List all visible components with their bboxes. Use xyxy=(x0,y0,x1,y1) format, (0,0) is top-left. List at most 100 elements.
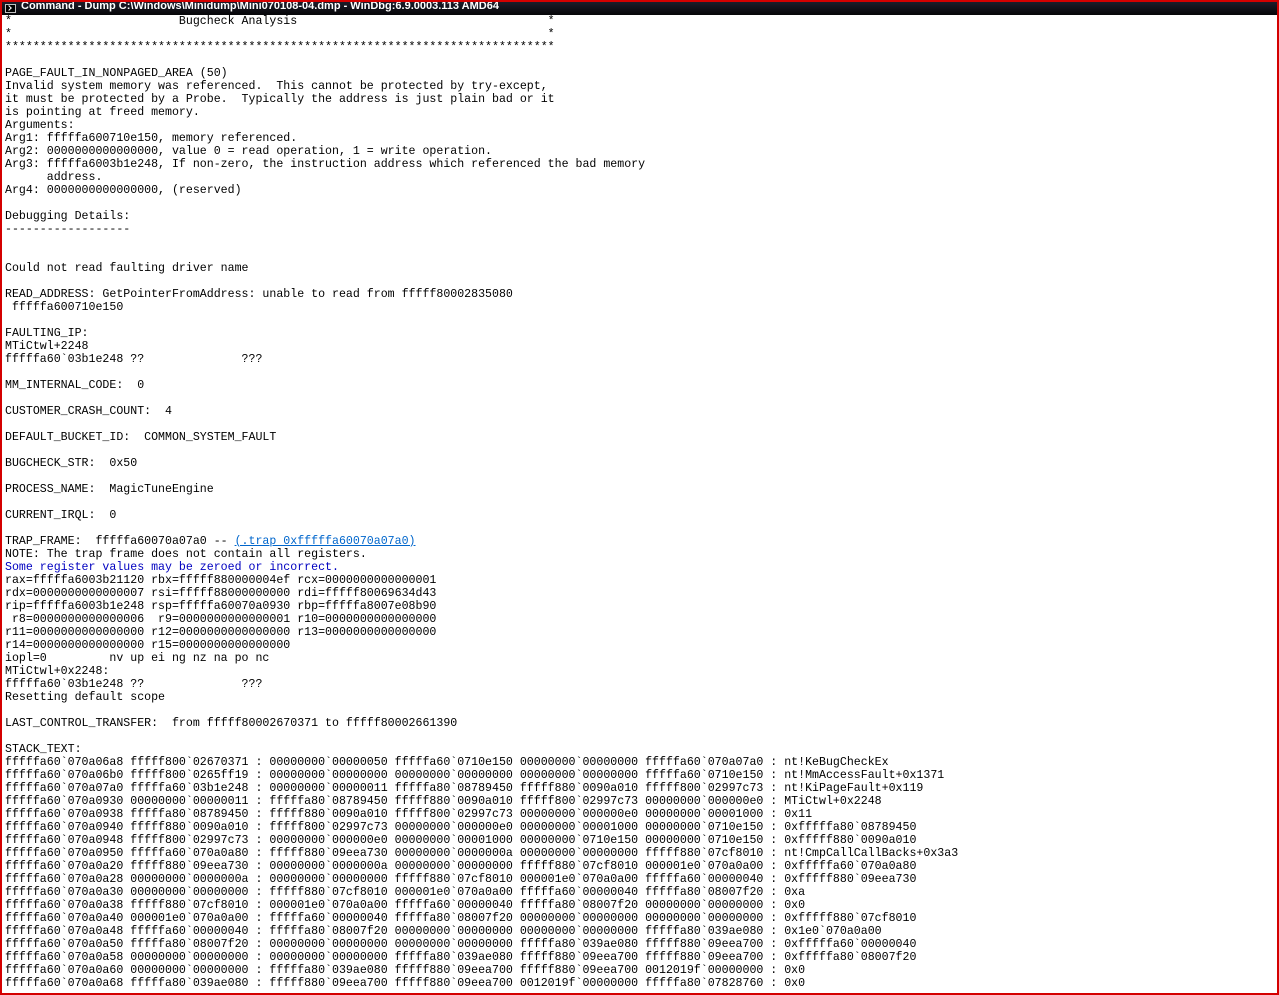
output-line-text: iopl=0 nv up ei ng nz na po nc xyxy=(5,652,270,665)
output-line-text: Arg4: 0000000000000000, (reserved) xyxy=(5,184,242,197)
output-line: fffffa60`070a0938 fffffa80`08789450 : ff… xyxy=(5,808,1277,821)
output-line: fffffa600710e150 xyxy=(5,301,1277,314)
output-line-text: fffffa60`070a0a48 fffffa60`00000040 : ff… xyxy=(5,925,882,938)
output-line: iopl=0 nv up ei ng nz na po nc xyxy=(5,652,1277,665)
output-line-text: Arg3: fffffa6003b1e248, If non-zero, the… xyxy=(5,158,646,171)
output-line-text: r8=0000000000000006 r9=0000000000000001 … xyxy=(5,613,437,626)
output-line-text: PROCESS_NAME: MagicTuneEngine xyxy=(5,483,214,496)
output-line: Arg4: 0000000000000000, (reserved) xyxy=(5,184,1277,197)
output-line-text: STACK_TEXT: xyxy=(5,743,82,756)
output-line: NOTE: The trap frame does not contain al… xyxy=(5,548,1277,561)
output-line: MTiCtwl+0x2248: xyxy=(5,665,1277,678)
output-line: fffffa60`070a0a68 fffffa80`039ae080 : ff… xyxy=(5,977,1277,990)
output-line: Invalid system memory was referenced. Th… xyxy=(5,80,1277,93)
output-line: r14=0000000000000000 r15=000000000000000… xyxy=(5,639,1277,652)
output-line-text: fffffa60`03b1e248 ?? ??? xyxy=(5,353,263,366)
output-line-text: Arg1: fffffa600710e150, memory reference… xyxy=(5,132,298,145)
output-line-text: r14=0000000000000000 r15=000000000000000… xyxy=(5,639,291,652)
output-line-text: rip=fffffa6003b1e248 rsp=fffffa60070a093… xyxy=(5,600,437,613)
output-line: * * xyxy=(5,28,1277,41)
output-line-text: fffffa60`070a0948 fffff800`02997c73 : 00… xyxy=(5,834,917,847)
output-line-text: fffffa60`070a0a28 00000000`0000000a : 00… xyxy=(5,873,917,886)
output-line-text: fffffa60`070a0a68 fffffa80`039ae080 : ff… xyxy=(5,977,806,990)
output-line: BUGCHECK_STR: 0x50 xyxy=(5,457,1277,470)
output-line: * Bugcheck Analysis * xyxy=(5,15,1277,28)
output-line: fffffa60`070a0930 00000000`00000011 : ff… xyxy=(5,795,1277,808)
output-line: LAST_CONTROL_TRANSFER: from fffff8000267… xyxy=(5,717,1277,730)
output-line: Arg1: fffffa600710e150, memory reference… xyxy=(5,132,1277,145)
output-line-text: address. xyxy=(5,171,103,184)
output-line: fffffa60`070a06b0 fffff800`0265ff19 : 00… xyxy=(5,769,1277,782)
output-line: MTiCtwl+2248 xyxy=(5,340,1277,353)
output-line-text: TRAP_FRAME: fffffa60070a07a0 -- xyxy=(5,535,235,548)
output-line-text: Resetting default scope xyxy=(5,691,166,704)
output-line: fffffa60`070a0a60 00000000`00000000 : ff… xyxy=(5,964,1277,977)
output-line: Could not read faulting driver name xyxy=(5,262,1277,275)
output-line: ****************************************… xyxy=(5,41,1277,54)
output-line: fffffa60`070a0a48 fffffa60`00000040 : ff… xyxy=(5,925,1277,938)
output-line-text: READ_ADDRESS: GetPointerFromAddress: una… xyxy=(5,288,513,301)
output-line-text: is pointing at freed memory. xyxy=(5,106,200,119)
output-line: READ_ADDRESS: GetPointerFromAddress: una… xyxy=(5,288,1277,301)
output-line: MM_INTERNAL_CODE: 0 xyxy=(5,379,1277,392)
output-line-text: it must be protected by a Probe. Typical… xyxy=(5,93,555,106)
output-line-text: fffffa60`070a0950 fffffa60`070a0a80 : ff… xyxy=(5,847,959,860)
output-line-text: fffffa60`070a0a58 00000000`00000000 : 00… xyxy=(5,951,917,964)
output-line-text: fffffa60`070a0a20 fffff880`09eea730 : 00… xyxy=(5,860,917,873)
output-line: is pointing at freed memory. xyxy=(5,106,1277,119)
output-line-text: Could not read faulting driver name xyxy=(5,262,249,275)
output-line: Debugging Details: xyxy=(5,210,1277,223)
output-line: DEFAULT_BUCKET_ID: COMMON_SYSTEM_FAULT xyxy=(5,431,1277,444)
output-line-text: fffffa60`070a0a30 00000000`00000000 : ff… xyxy=(5,886,806,899)
output-line: fffffa60`03b1e248 ?? ??? xyxy=(5,678,1277,691)
output-line-text: fffffa60`070a0a60 00000000`00000000 : ff… xyxy=(5,964,806,977)
output-line-text: rax=fffffa6003b21120 rbx=fffff880000004e… xyxy=(5,574,437,587)
output-line: fffffa60`070a0a50 fffffa80`08007f20 : 00… xyxy=(5,938,1277,951)
output-line: fffffa60`070a0a28 00000000`0000000a : 00… xyxy=(5,873,1277,886)
window-title: Command - Dump C:\Windows\Minidump\Mini0… xyxy=(21,2,499,12)
output-line: Resetting default scope xyxy=(5,691,1277,704)
output-line: fffffa60`070a0a30 00000000`00000000 : ff… xyxy=(5,886,1277,899)
output-line: r11=0000000000000000 r12=000000000000000… xyxy=(5,626,1277,639)
output-line: Arg2: 0000000000000000, value 0 = read o… xyxy=(5,145,1277,158)
output-line-text: LAST_CONTROL_TRANSFER: from fffff8000267… xyxy=(5,717,458,730)
output-line: fffffa60`070a0940 fffff880`0090a010 : ff… xyxy=(5,821,1277,834)
output-line-text: ****************************************… xyxy=(5,41,555,54)
command-output[interactable]: * Bugcheck Analysis * * * ****************… xyxy=(5,15,1277,993)
output-line: fffffa60`070a06a8 fffff800`02670371 : 00… xyxy=(5,756,1277,769)
output-line: fffffa60`070a0950 fffffa60`070a0a80 : ff… xyxy=(5,847,1277,860)
output-line: CUSTOMER_CRASH_COUNT: 4 xyxy=(5,405,1277,418)
output-line-text: fffffa60`070a06b0 fffff800`0265ff19 : 00… xyxy=(5,769,945,782)
output-line: fffffa60`03b1e248 ?? ??? xyxy=(5,353,1277,366)
trap-frame-link[interactable]: (.trap 0xfffffa60070a07a0) xyxy=(235,535,416,548)
output-line-text: MTiCtwl+0x2248: xyxy=(5,665,110,678)
output-line-text: fffffa60`070a06a8 fffff800`02670371 : 00… xyxy=(5,756,889,769)
output-line-text: CURRENT_IRQL: 0 xyxy=(5,509,117,522)
output-line: fffffa60`070a0a40 000001e0`070a0a00 : ff… xyxy=(5,912,1277,925)
title-bar[interactable]: Command - Dump C:\Windows\Minidump\Mini0… xyxy=(2,2,1277,15)
output-line: address. xyxy=(5,171,1277,184)
output-line-text: fffffa60`03b1e248 ?? ??? xyxy=(5,678,263,691)
output-line-text: MTiCtwl+2248 xyxy=(5,340,89,353)
output-line-text: ------------------ xyxy=(5,223,131,236)
output-line: FAULTING_IP: xyxy=(5,327,1277,340)
output-line-text: BUGCHECK_STR: 0x50 xyxy=(5,457,138,470)
output-line-text: Some register values may be zeroed or in… xyxy=(5,561,339,574)
output-line-text: * * xyxy=(5,28,555,41)
output-line-text: fffffa60`070a07a0 fffffa60`03b1e248 : 00… xyxy=(5,782,924,795)
output-line-text: fffffa60`070a0938 fffffa80`08789450 : ff… xyxy=(5,808,813,821)
output-line-text: fffffa60`070a0930 00000000`00000011 : ff… xyxy=(5,795,882,808)
output-line-text: rdx=0000000000000007 rsi=fffff8800000000… xyxy=(5,587,437,600)
output-line: fffffa60`070a07a0 fffffa60`03b1e248 : 00… xyxy=(5,782,1277,795)
